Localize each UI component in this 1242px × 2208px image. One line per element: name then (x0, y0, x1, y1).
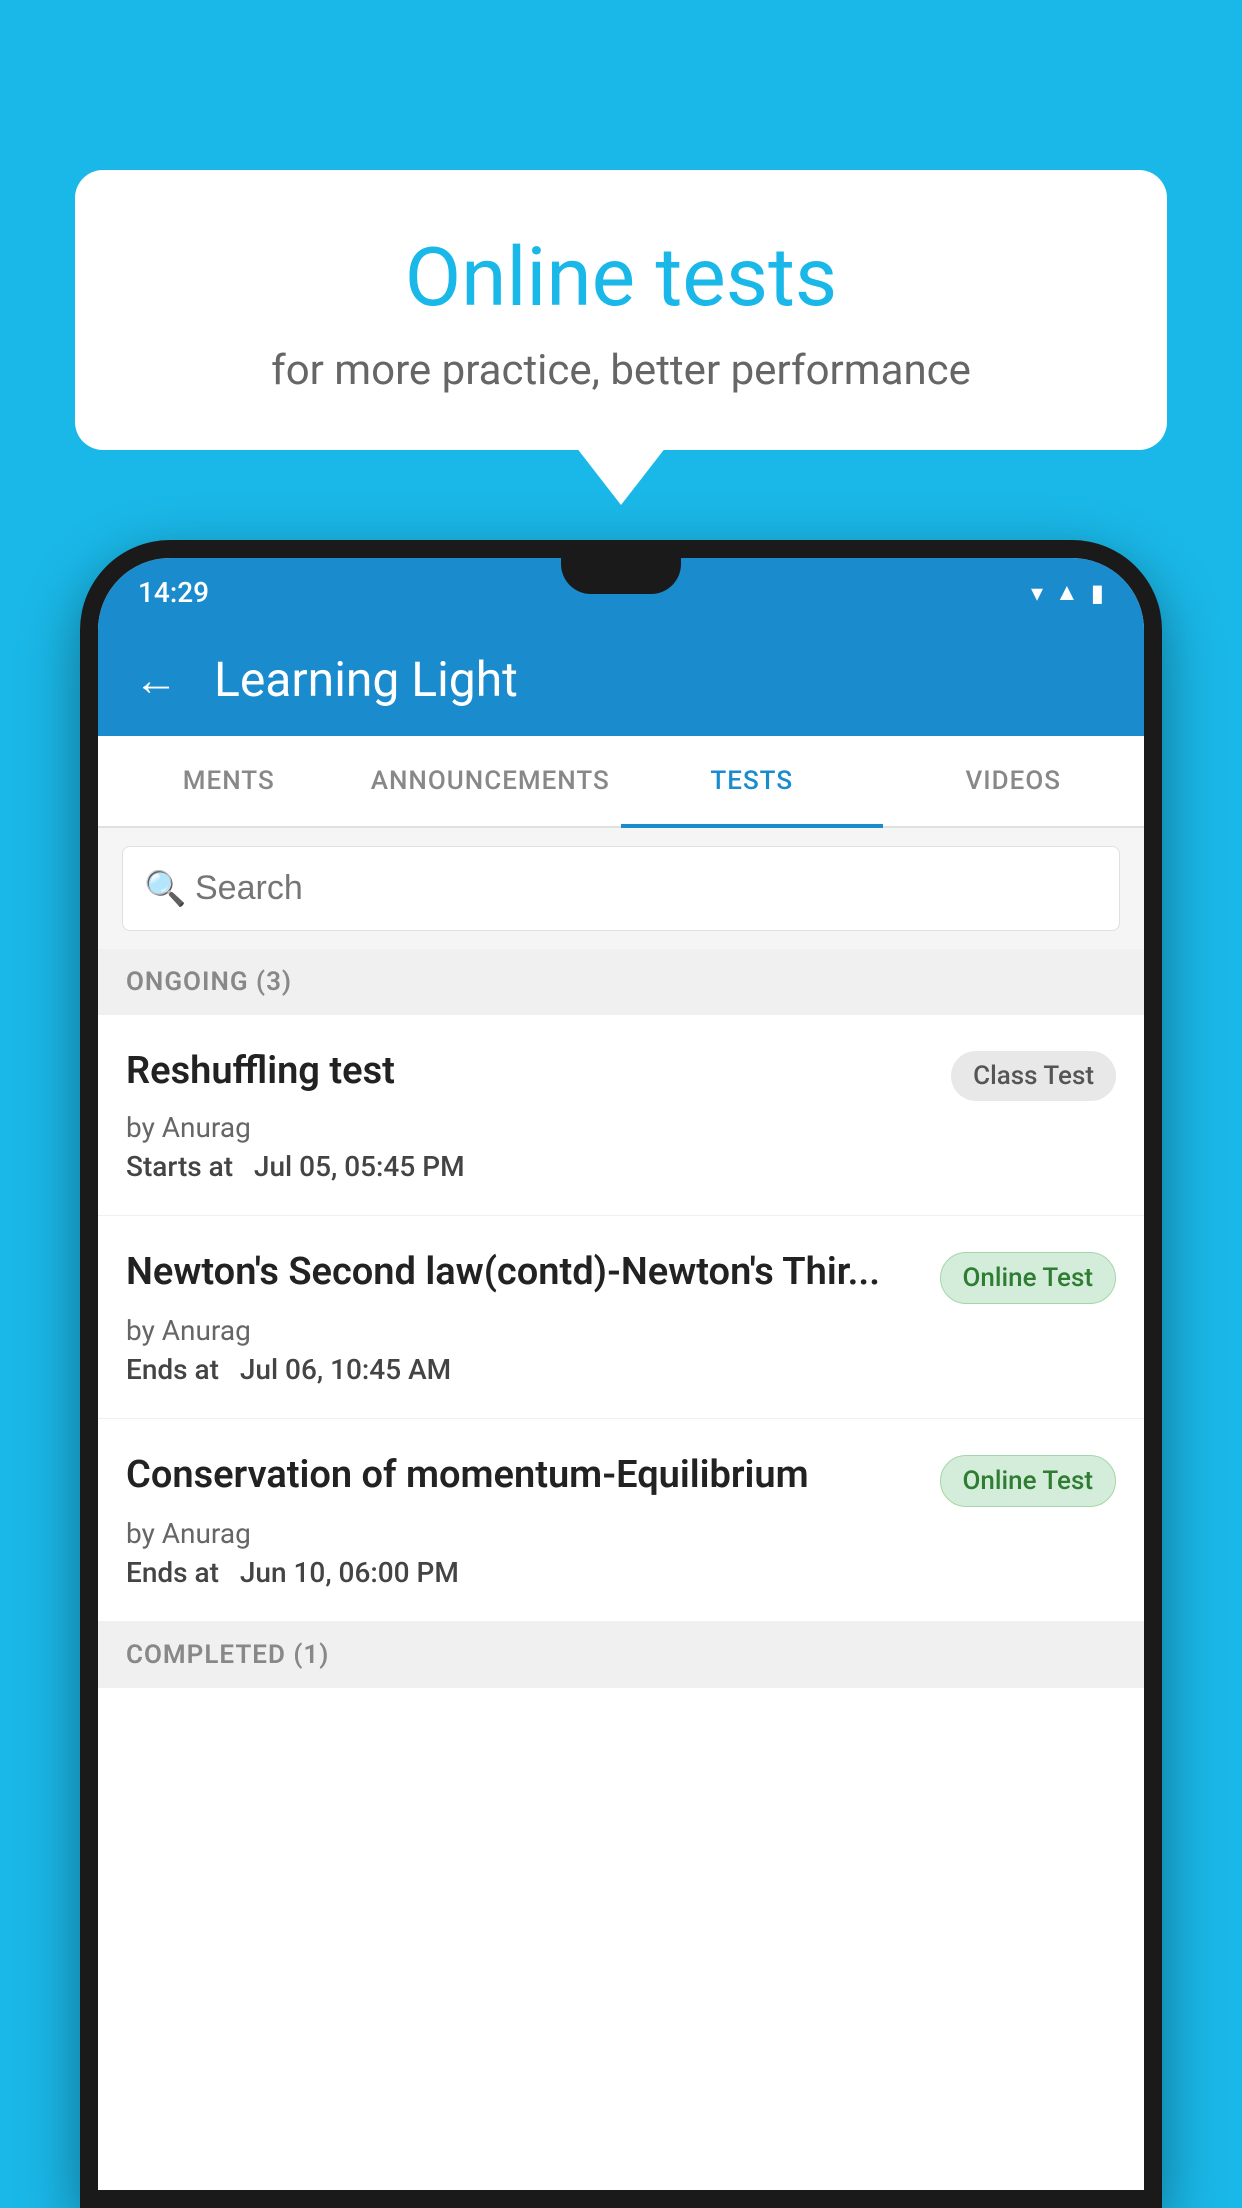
test-author-1: by Anurag (126, 1111, 1116, 1144)
wifi-icon: ▾ (1031, 579, 1043, 607)
test-name-3: Conservation of momentum-Equilibrium (126, 1451, 920, 1500)
test-date-label-3: Ends at (126, 1556, 219, 1589)
test-date-3: Ends at Jun 10, 06:00 PM (126, 1556, 1116, 1589)
tab-videos[interactable]: VIDEOS (883, 736, 1145, 826)
test-date-2: Ends at Jul 06, 10:45 AM (126, 1353, 1116, 1386)
test-date-1: Starts at Jul 05, 05:45 PM (126, 1150, 1116, 1183)
test-date-value-2: Jul 06, 10:45 AM (240, 1353, 451, 1386)
test-date-label-1: Starts at (126, 1150, 233, 1183)
test-author-3: by Anurag (126, 1517, 1116, 1550)
phone-notch (561, 558, 681, 594)
tab-announcements[interactable]: ANNOUNCEMENTS (360, 736, 622, 826)
test-item-header-3: Conservation of momentum-Equilibrium Onl… (126, 1451, 1116, 1507)
status-icons: ▾ ▲ ▮ (1031, 578, 1104, 607)
ongoing-section-header: ONGOING (3) (98, 949, 1144, 1015)
back-button[interactable]: ← (134, 654, 178, 706)
test-name-2: Newton's Second law(contd)-Newton's Thir… (126, 1248, 920, 1297)
test-item[interactable]: Reshuffling test Class Test by Anurag St… (98, 1015, 1144, 1216)
test-item-2[interactable]: Newton's Second law(contd)-Newton's Thir… (98, 1216, 1144, 1419)
test-date-label-2: Ends at (126, 1353, 219, 1386)
test-list: Reshuffling test Class Test by Anurag St… (98, 1015, 1144, 2190)
test-name-1: Reshuffling test (126, 1047, 931, 1096)
test-item-3[interactable]: Conservation of momentum-Equilibrium Onl… (98, 1419, 1144, 1622)
tab-tests[interactable]: TESTS (621, 736, 883, 826)
signal-icon: ▲ (1055, 578, 1079, 607)
test-badge-1: Class Test (951, 1051, 1116, 1101)
test-item-header-2: Newton's Second law(contd)-Newton's Thir… (126, 1248, 1116, 1304)
tab-ments[interactable]: MENTS (98, 736, 360, 826)
search-wrapper: 🔍 (122, 846, 1120, 931)
status-time: 14:29 (138, 576, 209, 609)
phone-frame: 14:29 ▾ ▲ ▮ ← Learning Light MENTS ANNOU… (80, 540, 1162, 2208)
app-bar: ← Learning Light (98, 623, 1144, 736)
battery-icon: ▮ (1091, 579, 1104, 607)
tab-bar: MENTS ANNOUNCEMENTS TESTS VIDEOS (98, 736, 1144, 828)
search-container: 🔍 (98, 828, 1144, 949)
app-title: Learning Light (214, 651, 518, 708)
phone-screen: 14:29 ▾ ▲ ▮ ← Learning Light MENTS ANNOU… (98, 558, 1144, 2190)
search-icon: 🔍 (144, 869, 186, 909)
completed-section-header: COMPLETED (1) (98, 1622, 1144, 1688)
test-author-2: by Anurag (126, 1314, 1116, 1347)
speech-bubble-subtitle: for more practice, better performance (125, 346, 1117, 395)
test-badge-2: Online Test (940, 1252, 1117, 1304)
test-date-value-1: Jul 05, 05:45 PM (254, 1150, 465, 1183)
test-date-value-3: Jun 10, 06:00 PM (240, 1556, 459, 1589)
search-input[interactable] (122, 846, 1120, 931)
speech-bubble: Online tests for more practice, better p… (75, 170, 1167, 450)
test-badge-3: Online Test (940, 1455, 1117, 1507)
speech-bubble-title: Online tests (125, 230, 1117, 326)
test-item-header-1: Reshuffling test Class Test (126, 1047, 1116, 1101)
